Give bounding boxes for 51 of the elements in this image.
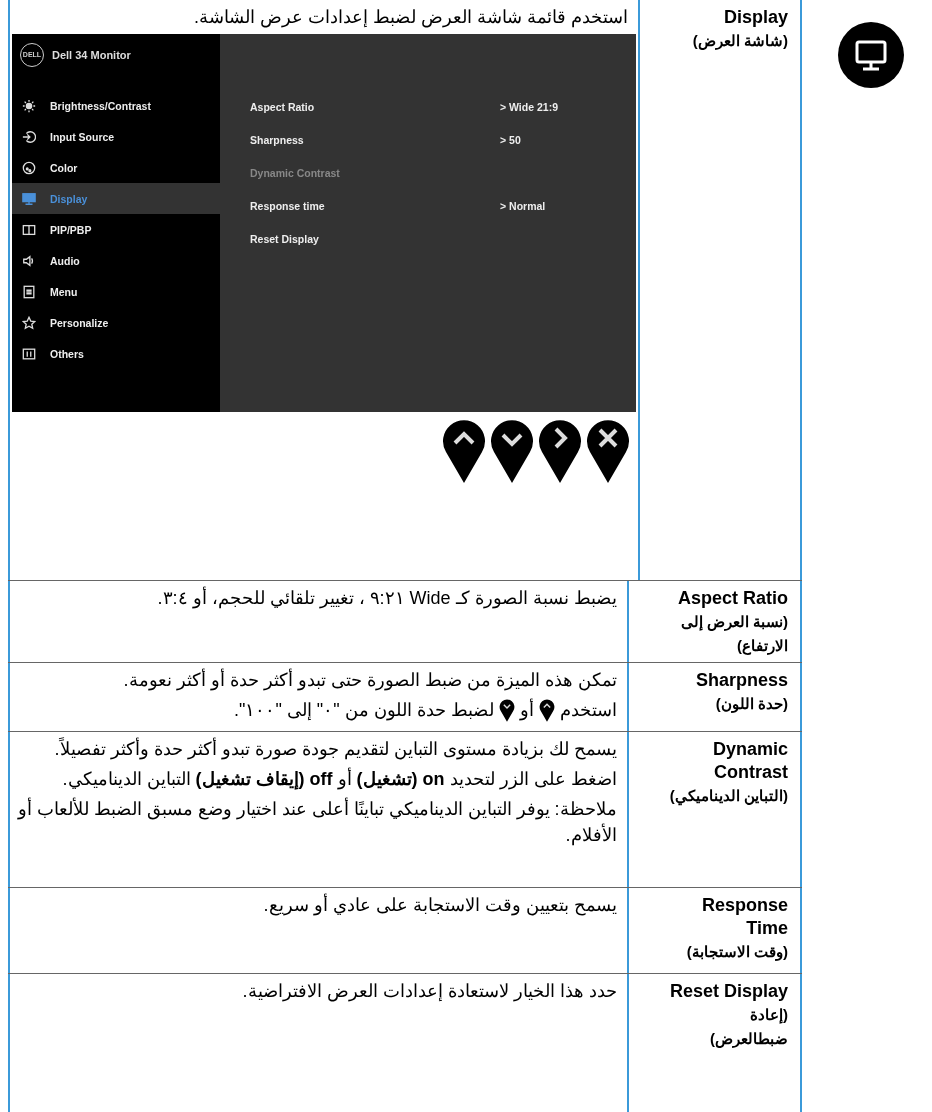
input-icon [22,129,36,144]
menu-item[interactable]: Menu [12,276,220,307]
menu-item[interactable]: Input Source [12,121,220,152]
description-text: يسمح بتعيين وقت الاستجابة على عادي أو سريع. [262,892,617,918]
setting-name: Aspect Ratio [677,587,788,610]
setting-name: Dynamic Contrast [711,738,788,784]
menu-item[interactable]: Personalize [12,307,220,338]
menu-item[interactable]: Others [12,338,220,369]
setting-label[interactable]: Reset Display [250,232,500,265]
speaker-icon [22,253,36,268]
setting-name-arabic: (شاشة العرض) [692,31,788,52]
setting-name: Response Time [700,894,788,940]
description-text: يسمح لك بزيادة مستوى التباين لتقديم جودة صورة تبدو أكثر حدة وأكثر تفصيلاً. [53,736,617,762]
menu-item[interactable]: Brightness/Contrast [12,90,220,121]
setting-name-arabic: (وقت الاستجابة) [686,942,788,963]
monitor-icon [22,191,36,206]
description-text: ملاحظة: يوفر التباين الديناميكي تباينًا أعلى عند اختيار وضع مسبق الضبط للألعاب أو الأفلام. [16,796,617,848]
setting-name-arabic: (إعادة ضبطالعرض) [709,1005,788,1050]
menu-item[interactable]: Color [12,152,220,183]
setting-name-arabic: (التباين الديناميكي) [669,786,788,808]
setting-name-arabic: (نسبة العرض إلى الارتفاع) [679,612,788,657]
menu-item[interactable]: Audio [12,245,220,276]
setting-name: Display [723,6,788,29]
monitor-icon [838,22,904,88]
setting-value: > Normal [500,199,546,214]
setting-value: > Wide 21:9 [500,100,558,115]
setting-name: Sharpness [695,669,788,692]
down-button-icon [498,698,515,722]
description-text: حدد هذا الخيار لاستعادة إعدادات العرض الافتراضية. [241,980,617,1004]
description-text: استخدم قائمة شاشة العرض لضبط إعدادات عرض الشاشة. [193,6,628,30]
menu-title: Dell 34 Monitor [52,48,131,62]
setting-name-arabic: (حدة اللون) [715,694,788,715]
split-screen-icon [22,222,36,237]
description-text: لضبط حدة اللون من "٠" إلى "١٠٠". [234,699,494,723]
menu-icon [22,284,36,299]
up-button-icon [538,698,555,722]
setting-name: Reset Display [669,980,788,1003]
others-icon [22,346,36,361]
menu-item[interactable]: PIP/PBP [12,214,220,245]
setting-label[interactable]: Aspect Ratio [250,100,500,133]
menu-item[interactable]: Display [12,183,220,214]
description-text: تمكن هذه الميزة من ضبط الصورة حتى تبدو أكثر حدة أو أكثر نعومة. [122,667,617,693]
description-text: استخدم [559,699,617,723]
palette-icon [22,160,36,175]
setting-label[interactable]: Response time [250,199,500,232]
setting-value: > 50 [500,133,521,148]
description-text: يضبط نسبة الصورة كـ Wide ٩:٢١ ، تغيير تلقائي للحجم، أو ٣:٤. [156,585,617,611]
brightness-icon [22,98,36,113]
setting-label[interactable]: Sharpness [250,133,500,166]
description-text: أو [519,697,534,723]
star-icon [22,315,36,330]
